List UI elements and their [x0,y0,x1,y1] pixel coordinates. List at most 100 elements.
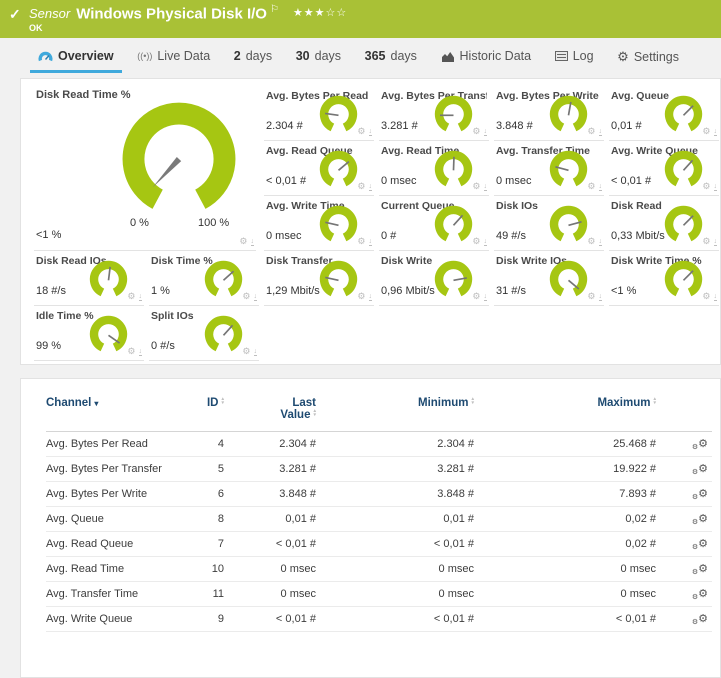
pin-icon[interactable]: ↓ [484,128,488,136]
gauge-tile: Disk Time % 1 % ⚙ ↓ [149,251,259,306]
tab-30-days[interactable]: 30 days [288,47,349,70]
channel-settings-icon[interactable]: ⚙⚙ [692,587,708,601]
gauge-value: < 0,01 # [266,175,306,187]
channel-row[interactable]: Avg. Bytes Per Read 4 2.304 # 2.304 # 25… [46,432,712,457]
pin-icon[interactable]: ↓ [599,183,603,191]
channel-gear-icon[interactable]: ⚙ [472,127,480,136]
gauge-tile: Disk Read 0,33 Mbit/s ⚙ ↓ [609,196,719,251]
mini-gauge [201,257,246,298]
pin-icon[interactable]: ↓ [599,293,603,301]
channel-gear-icon[interactable]: ⚙ [587,292,595,301]
tab-2-days[interactable]: 2 days [226,47,280,70]
channel-name: Avg. Read Time [46,557,196,582]
channel-gear-icon[interactable]: ⚙ [127,347,135,356]
gauge-tile: Idle Time % 99 % ⚙ ↓ [34,306,144,361]
channel-gear-icon[interactable]: ⚙ [702,292,710,301]
pin-icon[interactable]: ↓ [369,183,373,191]
sort-icon: ▴▾ [653,397,656,405]
sort-icon: ▴▾ [313,409,316,417]
channel-gear-icon[interactable]: ⚙ [242,292,250,301]
channel-gear-icon[interactable]: ⚙ [357,292,365,301]
tab-settings[interactable]: ⚙ Settings [609,47,687,72]
channel-settings-icon[interactable]: ⚙⚙ [692,562,708,576]
pin-icon[interactable]: ↓ [484,293,488,301]
channel-gear-icon[interactable]: ⚙ [702,182,710,191]
channel-settings-icon[interactable]: ⚙⚙ [692,462,708,476]
channel-gear-icon[interactable]: ⚙ [127,292,135,301]
channel-gear-icon[interactable]: ⚙ [587,127,595,136]
channel-id: 4 [196,432,238,457]
channel-gear-icon[interactable]: ⚙ [702,127,710,136]
pin-icon[interactable]: ↓ [714,128,718,136]
pin-icon[interactable]: ↓ [484,183,488,191]
pin-icon[interactable]: ↓ [369,128,373,136]
channel-row[interactable]: Avg. Read Time 10 0 msec 0 msec 0 msec ⚙… [46,557,712,582]
channel-settings-icon[interactable]: ⚙⚙ [692,487,708,501]
channel-id: 8 [196,507,238,532]
channel-id: 5 [196,457,238,482]
column-header-last-value[interactable]: Last Value▴▾ [238,389,330,432]
channel-last-value: 3.848 # [238,482,330,507]
channel-gear-icon[interactable]: ⚙ [587,182,595,191]
channel-row[interactable]: Avg. Read Queue 7 < 0,01 # < 0,01 # 0,02… [46,532,712,557]
channel-minimum: 3.848 # [330,482,488,507]
channel-gear-icon[interactable]: ⚙ [239,237,247,246]
channel-gear-icon[interactable]: ⚙ [472,182,480,191]
channel-settings-icon[interactable]: ⚙⚙ [692,437,708,451]
channel-settings-icon[interactable]: ⚙⚙ [692,512,708,526]
column-header-minimum[interactable]: Minimum▴▾ [330,389,488,432]
pin-icon[interactable]: ↓ [714,293,718,301]
gauge-value: 2.304 # [266,120,303,132]
mini-gauge [661,202,706,243]
column-header-maximum[interactable]: Maximum▴▾ [488,389,670,432]
pin-icon[interactable]: ↓ [484,238,488,246]
flag-icon[interactable]: ⚐ [270,4,279,15]
channel-settings-icon[interactable]: ⚙⚙ [692,612,708,626]
channel-minimum: 2.304 # [330,432,488,457]
pin-icon[interactable]: ↓ [139,348,143,356]
pin-icon[interactable]: ↓ [369,238,373,246]
mini-gauge [431,92,476,133]
channel-row[interactable]: Avg. Bytes Per Transfer 5 3.281 # 3.281 … [46,457,712,482]
pin-icon[interactable]: ↓ [369,293,373,301]
channel-gear-icon[interactable]: ⚙ [472,237,480,246]
channel-last-value: 3.281 # [238,457,330,482]
gauge-tile: Disk IOs 49 #/s ⚙ ↓ [494,196,604,251]
table-header-row: Channel▾ ID▴▾ Last Value▴▾ Minimum▴▾ Max… [46,389,712,432]
channel-gear-icon[interactable]: ⚙ [357,127,365,136]
channel-gear-icon[interactable]: ⚙ [357,237,365,246]
channel-gear-icon[interactable]: ⚙ [357,182,365,191]
channel-maximum: 0 msec [488,582,670,607]
channel-settings-icon[interactable]: ⚙⚙ [692,537,708,551]
pin-icon[interactable]: ↓ [599,238,603,246]
gauge-value: 0 # [381,230,396,242]
pin-icon[interactable]: ↓ [714,238,718,246]
column-header-id[interactable]: ID▴▾ [196,389,238,432]
pin-icon[interactable]: ↓ [251,238,255,246]
tab-live-data[interactable]: ((•)) Live Data [129,47,218,70]
column-header-channel[interactable]: Channel▾ [46,389,196,432]
channel-gear-icon[interactable]: ⚙ [702,237,710,246]
tab-historic-data[interactable]: Historic Data [433,47,540,70]
gauge-tile: Disk Transfer 1,29 Mbit/s ⚙ ↓ [264,251,374,306]
channel-gear-icon[interactable]: ⚙ [472,292,480,301]
pin-icon[interactable]: ↓ [254,293,258,301]
disk-read-time-gauge [109,96,249,223]
tab-log[interactable]: Log [547,47,602,70]
priority-stars[interactable]: ★★★☆☆ [293,7,347,19]
pin-icon[interactable]: ↓ [599,128,603,136]
pin-icon[interactable]: ↓ [714,183,718,191]
channel-maximum: 19.922 # [488,457,670,482]
channel-row[interactable]: Avg. Transfer Time 11 0 msec 0 msec 0 ms… [46,582,712,607]
gear-icon: ⚙ [617,49,629,65]
tab-365-days[interactable]: 365 days [357,47,425,70]
channel-row[interactable]: Avg. Bytes Per Write 6 3.848 # 3.848 # 7… [46,482,712,507]
tab-overview[interactable]: Overview [30,47,122,73]
channel-gear-icon[interactable]: ⚙ [242,347,250,356]
pin-icon[interactable]: ↓ [139,293,143,301]
channel-row[interactable]: Avg. Queue 8 0,01 # 0,01 # 0,02 # ⚙⚙ [46,507,712,532]
pin-icon[interactable]: ↓ [254,348,258,356]
channel-gear-icon[interactable]: ⚙ [587,237,595,246]
channel-row[interactable]: Avg. Write Queue 9 < 0,01 # < 0,01 # < 0… [46,607,712,632]
ok-check-icon: ✓ [9,6,21,23]
